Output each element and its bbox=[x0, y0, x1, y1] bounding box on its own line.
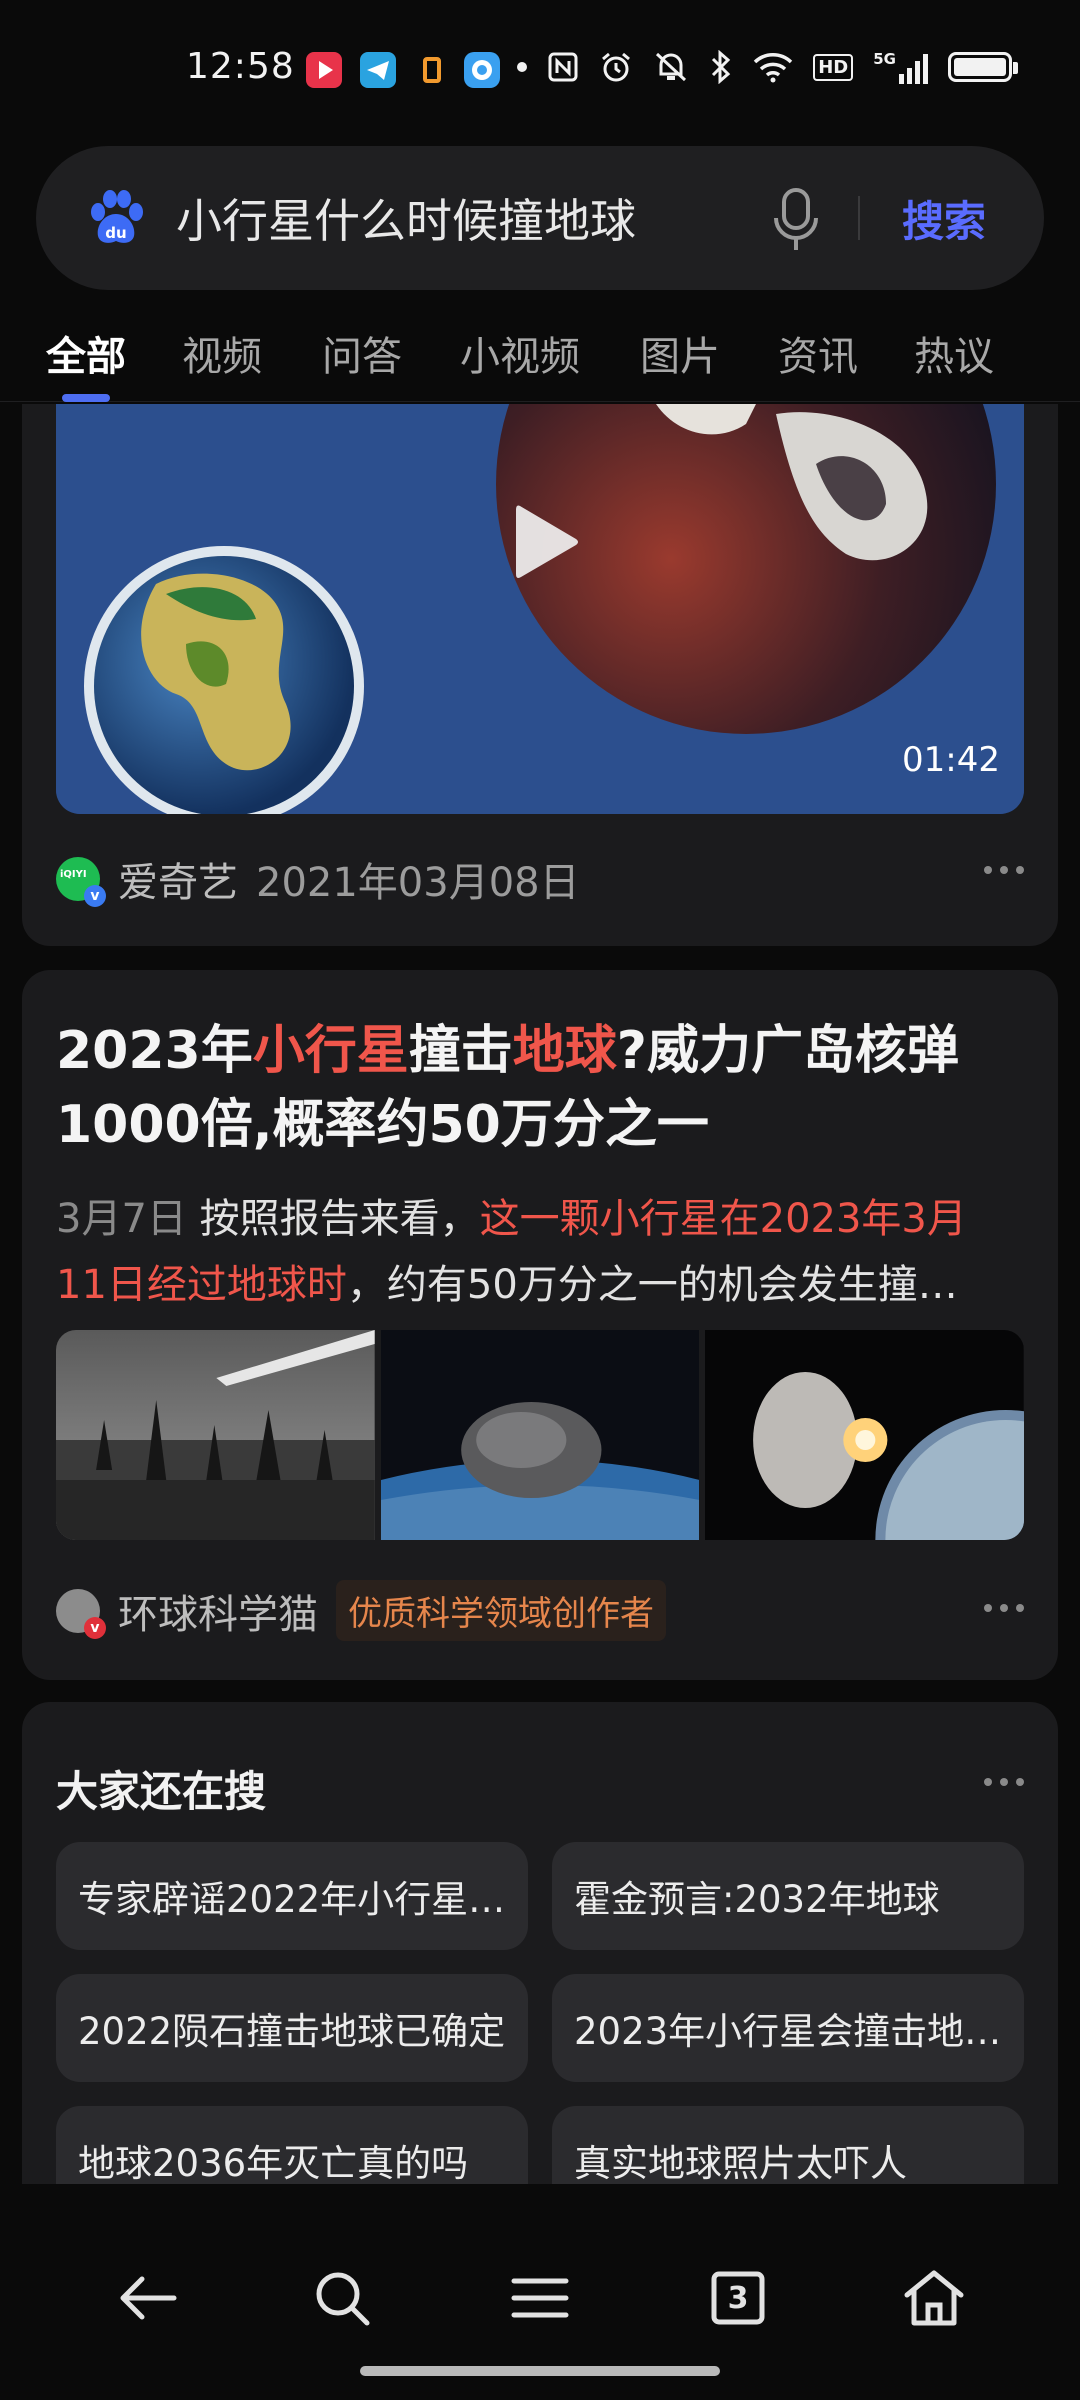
network-type-label: 5G bbox=[873, 50, 896, 68]
result-tabs: 全部 视频 问答 小视频 图片 资讯 热议 bbox=[0, 310, 1080, 402]
snippet-part: 按照报告来看， bbox=[199, 1196, 480, 1242]
article-meta: v 环球科学猫 优质科学领域创作者 bbox=[56, 1580, 666, 1641]
baidu-app-icon bbox=[464, 52, 500, 88]
status-time: 12:58 bbox=[186, 46, 295, 87]
baidu-paw-icon[interactable]: du bbox=[84, 186, 148, 250]
home-indicator[interactable] bbox=[360, 2366, 720, 2376]
article-image-3[interactable] bbox=[705, 1330, 1024, 1540]
verified-badge-icon: v bbox=[84, 1616, 106, 1639]
tabs-button[interactable]: 3 bbox=[698, 2258, 778, 2338]
status-bar: 12:58 HD 5G bbox=[0, 0, 1080, 140]
title-part: 2023年 bbox=[56, 1021, 253, 1081]
tab-qa[interactable]: 问答 bbox=[322, 324, 402, 382]
signal-5g-icon: 5G bbox=[873, 50, 928, 84]
title-highlight: 小行星 bbox=[252, 1021, 409, 1081]
search-bar: du 搜索 bbox=[36, 146, 1044, 290]
video-meta: iQIYI v 爱奇艺 2021年03月08日 bbox=[56, 850, 580, 908]
play-icon[interactable] bbox=[512, 500, 582, 584]
snippet-date: 3月7日 bbox=[56, 1196, 187, 1242]
nfc-icon bbox=[548, 52, 578, 82]
video-thumbnail[interactable]: 01:42 bbox=[56, 404, 1024, 814]
alarm-icon bbox=[602, 52, 631, 82]
video-duration: 01:42 bbox=[902, 740, 1000, 780]
dot-icon bbox=[517, 62, 528, 72]
telegram-app-icon bbox=[360, 52, 396, 88]
verified-badge-icon: v bbox=[84, 885, 106, 907]
video-app-icon bbox=[306, 52, 342, 88]
search-button[interactable]: 搜索 bbox=[902, 188, 986, 249]
article-title[interactable]: 2023年小行星撞击地球?威力广岛核弹1000倍,概率约50万分之一 bbox=[56, 1014, 1016, 1162]
earth-asteroid-image bbox=[56, 404, 1024, 814]
related-searches-card: 大家还在搜 专家辟谣2022年小行星… 霍金预言:2032年地球 2022陨石撞… bbox=[22, 1702, 1058, 2184]
menu-button[interactable] bbox=[500, 2258, 580, 2338]
bluetooth-icon bbox=[712, 50, 731, 84]
article-result-card[interactable]: 2023年小行星撞击地球?威力广岛核弹1000倍,概率约50万分之一 3月7日 … bbox=[22, 970, 1058, 1680]
article-image-2[interactable] bbox=[380, 1330, 700, 1540]
author-badge: 优质科学领域创作者 bbox=[336, 1580, 666, 1641]
related-search-item[interactable]: 专家辟谣2022年小行星… bbox=[56, 1842, 528, 1950]
microphone-icon[interactable] bbox=[766, 186, 826, 256]
tab-video[interactable]: 视频 bbox=[182, 324, 262, 382]
back-button[interactable] bbox=[108, 2258, 188, 2338]
video-source[interactable]: 爱奇艺 bbox=[118, 850, 238, 908]
video-result-card[interactable]: 01:42 iQIYI v 爱奇艺 2021年03月08日 bbox=[22, 404, 1058, 946]
video-date: 2021年03月08日 bbox=[256, 860, 580, 906]
article-images bbox=[56, 1330, 1024, 1540]
battery-icon bbox=[948, 52, 1018, 82]
article-image-1[interactable] bbox=[56, 1330, 375, 1540]
wifi-icon bbox=[754, 53, 793, 83]
author-avatar[interactable]: v bbox=[56, 1588, 106, 1639]
search-divider bbox=[858, 196, 860, 240]
back-icon bbox=[120, 2276, 177, 2320]
tab-count: 3 bbox=[727, 2280, 749, 2316]
home-icon bbox=[904, 2270, 964, 2326]
more-options-icon[interactable] bbox=[984, 1604, 1024, 1616]
tab-images[interactable]: 图片 bbox=[640, 324, 720, 382]
mute-icon bbox=[656, 52, 687, 82]
tab-all[interactable]: 全部 bbox=[46, 324, 126, 382]
svg-text:du: du bbox=[105, 224, 126, 242]
article-snippet: 3月7日 按照报告来看，这一颗小行星在2023年3月11日经过地球时，约有50万… bbox=[56, 1186, 1016, 1318]
active-tab-indicator bbox=[62, 394, 110, 402]
home-button[interactable] bbox=[894, 2258, 974, 2338]
iqiyi-avatar[interactable]: iQIYI v bbox=[56, 857, 106, 907]
more-options-icon[interactable] bbox=[984, 866, 1024, 878]
iqiyi-logo-text: iQIYI bbox=[60, 869, 87, 880]
search-input[interactable] bbox=[176, 186, 736, 250]
title-highlight: 地球 bbox=[512, 1021, 617, 1081]
search-nav-button[interactable] bbox=[302, 2258, 382, 2338]
notification-app-icon bbox=[414, 52, 450, 88]
related-search-item[interactable]: 霍金预言:2032年地球 bbox=[552, 1842, 1024, 1950]
more-options-icon[interactable] bbox=[984, 1778, 1024, 1790]
related-title: 大家还在搜 bbox=[56, 1767, 267, 1816]
related-search-item[interactable]: 2022陨石撞击地球已确定 bbox=[56, 1974, 528, 2082]
status-icons: HD 5G bbox=[517, 50, 1018, 84]
related-search-item[interactable]: 2023年小行星会撞击地… bbox=[552, 1974, 1024, 2082]
hd-icon: HD bbox=[813, 53, 854, 81]
tab-discussion[interactable]: 热议 bbox=[914, 324, 994, 382]
tab-short-video[interactable]: 小视频 bbox=[460, 324, 580, 382]
related-search-item[interactable]: 地球2036年灭亡真的吗 bbox=[56, 2106, 528, 2184]
tab-news[interactable]: 资讯 bbox=[778, 324, 858, 382]
snippet-part: ，约有50万分之一的机会发生撞… bbox=[346, 1262, 958, 1308]
menu-icon bbox=[511, 2278, 569, 2318]
title-part: 撞击 bbox=[408, 1021, 513, 1081]
related-search-item[interactable]: 真实地球照片太吓人 bbox=[552, 2106, 1024, 2184]
search-icon bbox=[316, 2272, 370, 2326]
article-author[interactable]: 环球科学猫 bbox=[118, 1582, 318, 1640]
